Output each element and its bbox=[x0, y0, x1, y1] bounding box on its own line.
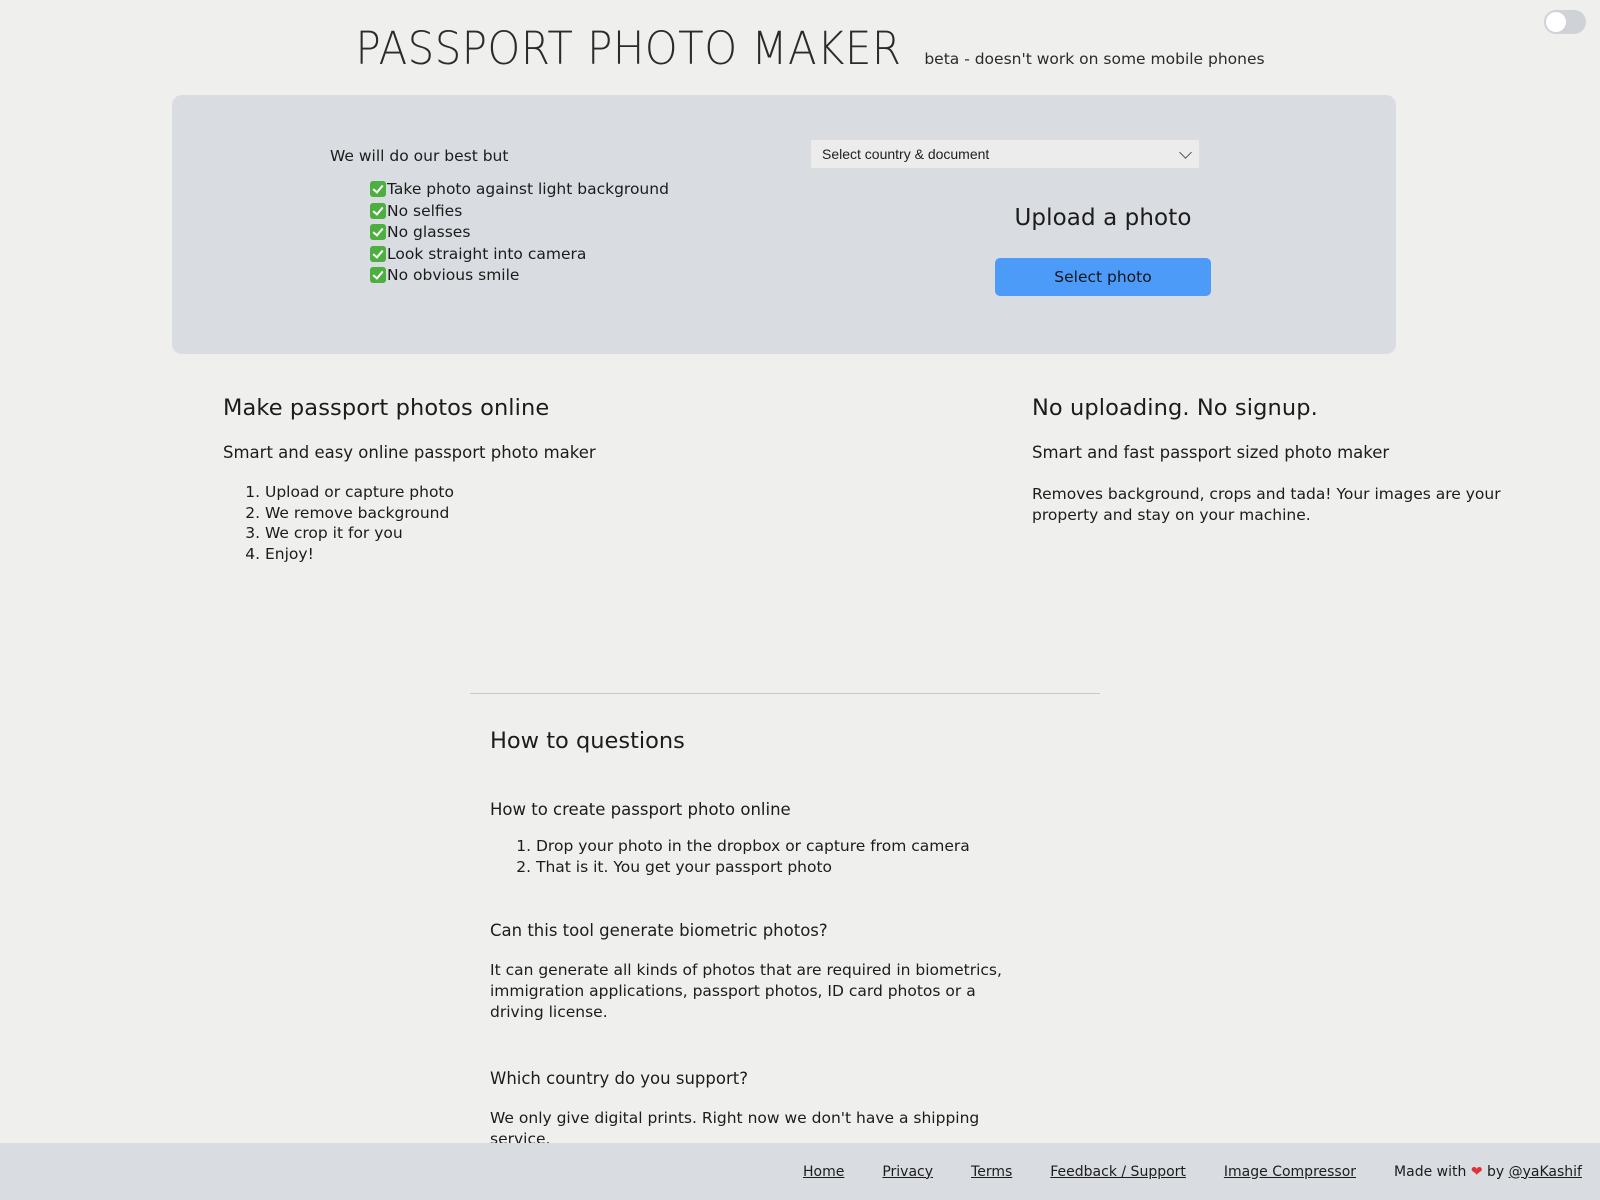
check-mark-icon bbox=[370, 202, 386, 219]
requirement-text: No selfies bbox=[387, 201, 463, 220]
page-header: PASSPORT PHOTO MAKER beta - doesn't work … bbox=[0, 0, 1600, 75]
feature-heading-left: Make passport photos online bbox=[223, 395, 550, 421]
hero-panel: We will do our best but Take photo again… bbox=[172, 95, 1396, 354]
faq-question: How to create passport photo online bbox=[490, 800, 791, 819]
feature-heading-right: No uploading. No signup. bbox=[1032, 395, 1318, 421]
feature-column-left: Make passport photos online Smart and ea… bbox=[0, 395, 800, 564]
list-item: No obvious smile bbox=[370, 265, 784, 287]
footer-link-image-compressor[interactable]: Image Compressor bbox=[1224, 1164, 1356, 1180]
upload-section: Select country & document Upload a photo… bbox=[784, 95, 1396, 354]
toggle-knob bbox=[1546, 12, 1566, 32]
heart-icon: ❤ bbox=[1470, 1163, 1483, 1180]
page-title: PASSPORT PHOTO MAKER bbox=[355, 22, 902, 75]
theme-toggle-container[interactable] bbox=[1544, 10, 1586, 34]
footer-credit-prefix: Made with bbox=[1394, 1163, 1471, 1180]
list-item: Enjoy! bbox=[265, 544, 800, 565]
country-document-select-value: Select country & document bbox=[822, 146, 990, 162]
faq-item: Which country do you support? We only gi… bbox=[490, 1069, 1100, 1150]
requirements-label: We will do our best but bbox=[330, 147, 509, 165]
list-item: No selfies bbox=[370, 201, 784, 223]
dark-mode-toggle[interactable] bbox=[1544, 10, 1586, 34]
list-item: Take photo against light background bbox=[370, 179, 784, 201]
footer-link-home[interactable]: Home bbox=[803, 1164, 844, 1180]
faq-item: Can this tool generate biometric photos?… bbox=[490, 921, 1100, 1023]
faq-question: Can this tool generate biometric photos? bbox=[490, 921, 828, 940]
faq-question: Which country do you support? bbox=[490, 1069, 748, 1088]
footer-link-feedback-support[interactable]: Feedback / Support bbox=[1050, 1164, 1186, 1180]
upload-heading: Upload a photo bbox=[1014, 205, 1192, 231]
list-item: That is it. You get your passport photo bbox=[536, 857, 1100, 878]
section-divider bbox=[470, 693, 1100, 694]
list-item: Drop your photo in the dropbox or captur… bbox=[536, 836, 1100, 857]
list-item: Upload or capture photo bbox=[265, 482, 800, 503]
requirement-text: Look straight into camera bbox=[387, 244, 587, 263]
footer-credit: Made with ❤ by @yaKashif bbox=[1394, 1164, 1582, 1180]
faq-steps-list: Drop your photo in the dropbox or captur… bbox=[490, 836, 1100, 877]
requirements-list: Take photo against light background No s… bbox=[330, 179, 784, 287]
feature-column-right: No uploading. No signup. Smart and fast … bbox=[800, 395, 1600, 564]
footer-link-privacy[interactable]: Privacy bbox=[882, 1164, 933, 1180]
chevron-down-icon bbox=[1179, 146, 1192, 159]
footer-credit-suffix: by bbox=[1482, 1163, 1509, 1180]
requirement-text: No obvious smile bbox=[387, 266, 520, 284]
faq-item: How to create passport photo online Drop… bbox=[490, 800, 1100, 877]
check-mark-icon bbox=[370, 224, 386, 240]
page-footer: Home Privacy Terms Feedback / Support Im… bbox=[0, 1143, 1600, 1200]
process-steps-list: Upload or capture photo We remove backgr… bbox=[223, 482, 800, 564]
feature-subheading-right: Smart and fast passport sized photo make… bbox=[1032, 443, 1390, 462]
select-photo-container: Select photo bbox=[810, 258, 1396, 296]
check-mark-icon bbox=[370, 267, 386, 283]
requirement-text: No glasses bbox=[387, 223, 471, 241]
faq-heading: How to questions bbox=[490, 728, 685, 754]
list-item: No glasses bbox=[370, 222, 784, 244]
faq-answer: It can generate all kinds of photos that… bbox=[490, 961, 1002, 1021]
faq-section: How to questions How to create passport … bbox=[470, 693, 1100, 1150]
country-document-select[interactable]: Select country & document bbox=[810, 139, 1200, 169]
beta-note: beta - doesn't work on some mobile phone… bbox=[924, 50, 1265, 68]
check-mark-icon bbox=[370, 181, 386, 197]
feature-subheading-left: Smart and easy online passport photo mak… bbox=[223, 443, 596, 462]
feature-columns: Make passport photos online Smart and ea… bbox=[0, 395, 1600, 564]
list-item: We crop it for you bbox=[265, 523, 800, 544]
list-item: Look straight into camera bbox=[370, 244, 784, 266]
check-mark-icon bbox=[370, 245, 386, 262]
footer-link-terms[interactable]: Terms bbox=[971, 1164, 1012, 1180]
feature-paragraph-right: Removes background, crops and tada! Your… bbox=[1032, 485, 1501, 524]
list-item: We remove background bbox=[265, 503, 800, 524]
requirements-section: We will do our best but Take photo again… bbox=[172, 95, 784, 354]
requirement-text: Take photo against light background bbox=[387, 180, 669, 198]
select-photo-button[interactable]: Select photo bbox=[995, 258, 1211, 296]
footer-link-author[interactable]: @yaKashif bbox=[1509, 1164, 1582, 1180]
